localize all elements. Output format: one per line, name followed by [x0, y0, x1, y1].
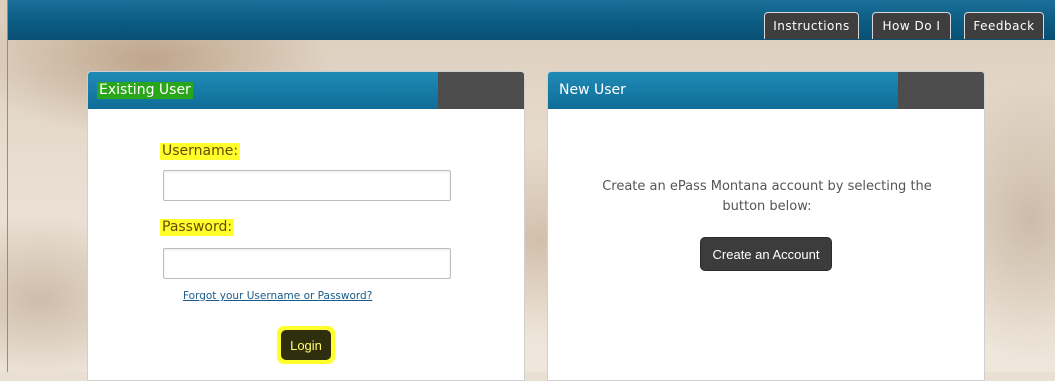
panel-header-cap [898, 72, 984, 109]
existing-user-panel: Existing User Username: Password: Forgot… [87, 71, 525, 381]
left-divider [7, 0, 8, 372]
password-input[interactable] [163, 248, 451, 279]
forgot-credentials-link[interactable]: Forgot your Username or Password? [183, 290, 372, 302]
how-do-i-tab[interactable]: How Do I [872, 12, 951, 39]
login-highlight: Login [277, 326, 335, 364]
login-button[interactable]: Login [281, 330, 331, 360]
username-input[interactable] [163, 170, 451, 201]
existing-user-header: Existing User [88, 72, 524, 109]
top-header-bar: Instructions How Do I Feedback [8, 0, 1055, 40]
feedback-tab[interactable]: Feedback [964, 12, 1044, 39]
username-label: Username: [160, 143, 241, 160]
existing-user-title: Existing User [97, 82, 193, 99]
new-user-description: Create an ePass Montana account by selec… [602, 179, 932, 214]
new-user-header: New User [548, 72, 984, 109]
new-user-title: New User [559, 82, 626, 98]
create-account-button[interactable]: Create an Account [700, 237, 832, 271]
top-nav: Instructions How Do I Feedback [8, 12, 1055, 40]
password-label: Password: [160, 219, 235, 236]
new-user-panel: New User Create an ePass Montana account… [547, 71, 985, 381]
instructions-tab[interactable]: Instructions [764, 12, 859, 39]
panel-header-cap [438, 72, 524, 109]
